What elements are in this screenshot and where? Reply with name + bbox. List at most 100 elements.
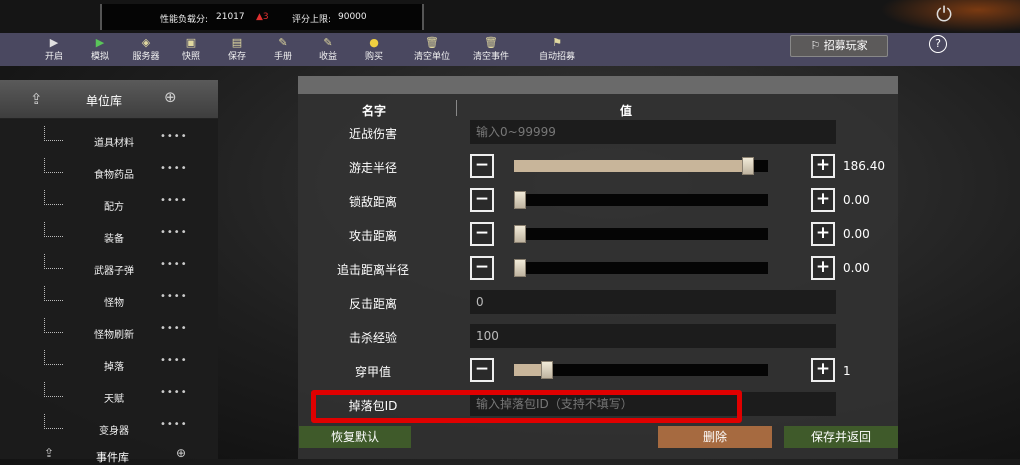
sidebar-item[interactable]: 天赋 ••••	[0, 378, 218, 410]
row-label-wander-radius: 游走半径	[348, 161, 397, 175]
performance-panel: 性能负载分: 21017 ▲3 评分上限: 90000	[100, 4, 424, 30]
help-icon[interactable]: ?	[929, 35, 947, 53]
wander-radius-slider[interactable]	[514, 157, 768, 175]
sidebar-item[interactable]: 装备 ••••	[0, 218, 218, 250]
delete-button[interactable]: 删除	[658, 426, 772, 448]
sidebar-item-label: 道具材料	[94, 138, 134, 149]
row-label-attack-distance: 攻击距离	[348, 229, 397, 243]
slider-fill	[514, 160, 748, 172]
column-divider	[456, 100, 457, 116]
top-bar: 性能负载分: 21017 ▲3 评分上限: 90000 ⏻	[0, 0, 1020, 33]
wander-radius-value: 186.40	[843, 159, 885, 173]
tree-connector	[44, 190, 63, 205]
row-label-lock-distance: 锁敌距离	[348, 195, 397, 209]
trash-icon: 🗑	[425, 36, 439, 49]
slider-thumb[interactable]	[741, 157, 754, 175]
sidebar-header-event-library[interactable]: ⇪ 事件库 ⊕	[0, 446, 218, 464]
power-icon[interactable]: ⏻	[930, 2, 958, 30]
slider-thumb[interactable]	[514, 191, 526, 209]
lock-distance-slider[interactable]	[514, 191, 768, 209]
sidebar-item[interactable]: 食物药品 ••••	[0, 154, 218, 186]
wander-radius-minus-button[interactable]: −	[470, 154, 494, 178]
sidebar-item-label: 武器子弹	[94, 266, 134, 277]
sidebar: ⇪ 单位库 ⊕ 道具材料 •••• 食物药品 •••• 配方 •••• 装备 •••• …	[0, 80, 218, 464]
sidebar-item[interactable]: 怪物 ••••	[0, 282, 218, 314]
slider-thumb[interactable]	[514, 225, 526, 243]
score-limit-label: 评分上限:	[292, 15, 332, 25]
save-and-return-button[interactable]: 保存并返回	[784, 426, 898, 448]
recruit-label: 招募玩家	[823, 39, 868, 52]
slider-thumb[interactable]	[514, 259, 526, 277]
buy-icon: ●	[369, 36, 379, 49]
armor-pierce-slider[interactable]	[514, 361, 768, 379]
sidebar-item-label: 装备	[104, 234, 124, 245]
sidebar-item[interactable]: 道具材料 ••••	[0, 122, 218, 154]
armor-pierce-plus-button[interactable]: +	[811, 358, 835, 382]
sidebar-item-label: 天赋	[104, 394, 124, 405]
trash-icon: 🗑	[484, 36, 498, 49]
wander-radius-plus-button[interactable]: +	[811, 154, 835, 178]
counter-distance-input[interactable]: 0	[470, 290, 836, 314]
recruit-players-button[interactable]: ⚐ 招募玩家	[790, 35, 888, 57]
toolbar-label: 清空事件	[472, 52, 509, 62]
column-name-header: 名字	[362, 104, 387, 118]
chase-radius-plus-button[interactable]: +	[811, 256, 835, 280]
attack-distance-slider[interactable]	[514, 225, 768, 243]
import-icon[interactable]: ⇪	[30, 90, 43, 108]
tree-connector	[44, 222, 63, 237]
sidebar-item[interactable]: 配方 ••••	[0, 186, 218, 218]
attack-distance-minus-button[interactable]: −	[470, 222, 494, 246]
add-folder-icon[interactable]: ⊕	[176, 446, 186, 460]
drag-dots-icon: ••••	[160, 163, 188, 174]
sidebar-item-label: 掉落	[104, 362, 124, 373]
drag-dots-icon: ••••	[160, 323, 188, 334]
row-label-armor-pierce: 穿甲值	[354, 365, 391, 379]
sidebar-footer-title: 事件库	[96, 451, 129, 464]
sidebar-header-unit-library[interactable]: ⇪ 单位库 ⊕	[0, 80, 218, 119]
row-label-melee-damage: 近战伤害	[348, 127, 397, 141]
panel-top-bar	[298, 76, 898, 94]
toolbar-clear-units-button[interactable]: 🗑 清空单位	[402, 35, 462, 63]
sidebar-item[interactable]: 怪物刷新 ••••	[0, 314, 218, 346]
reset-default-button[interactable]: 恢复默认	[299, 426, 411, 448]
tree-connector	[44, 126, 63, 141]
sidebar-item[interactable]: 变身器 ••••	[0, 410, 218, 442]
armor-pierce-minus-button[interactable]: −	[470, 358, 494, 382]
highlight-box	[311, 390, 742, 423]
row-label-chase-radius: 追击距离半径	[336, 263, 409, 277]
add-folder-icon[interactable]: ⊕	[164, 88, 177, 106]
attack-distance-value: 0.00	[843, 227, 870, 241]
drag-dots-icon: ••••	[160, 227, 188, 238]
chase-radius-value: 0.00	[843, 261, 870, 275]
drag-dots-icon: ••••	[160, 195, 188, 206]
flag-icon: ⚑	[552, 36, 562, 49]
toolbar: ▶ 开启 ▶ 模拟 ◈ 服务器 ▣ 快照 ▤ 保存 ✎ 手册 ✎ 收益 ● 购买…	[0, 33, 1020, 66]
attack-distance-plus-button[interactable]: +	[811, 222, 835, 246]
kill-exp-input[interactable]: 100	[470, 324, 836, 348]
drag-dots-icon: ••••	[160, 419, 188, 430]
drag-dots-icon: ••••	[160, 291, 188, 302]
import-icon[interactable]: ⇪	[44, 446, 54, 460]
lock-distance-value: 0.00	[843, 193, 870, 207]
armor-pierce-value: 1	[843, 364, 851, 378]
toolbar-clear-events-button[interactable]: 🗑 清空事件	[461, 35, 521, 63]
perf-value: 21017	[216, 12, 245, 22]
drag-dots-icon: ••••	[160, 259, 188, 270]
sidebar-item-label: 食物药品	[94, 170, 134, 181]
sidebar-item[interactable]: 掉落 ••••	[0, 346, 218, 378]
toolbar-auto-recruit-button[interactable]: ⚑ 自动招募	[527, 35, 587, 63]
tree-connector	[44, 414, 63, 429]
toolbar-label: 自动招募	[538, 52, 575, 62]
chase-radius-minus-button[interactable]: −	[470, 256, 494, 280]
slider-thumb[interactable]	[541, 361, 554, 379]
sidebar-item[interactable]: 武器子弹 ••••	[0, 250, 218, 282]
chase-radius-slider[interactable]	[514, 259, 768, 277]
sidebar-item-label: 配方	[104, 202, 124, 213]
melee-damage-input[interactable]: 输入0~99999	[470, 120, 836, 144]
toolbar-buy-button[interactable]: ● 购买	[344, 35, 404, 63]
lock-distance-plus-button[interactable]: +	[811, 188, 835, 212]
sidebar-item-label: 变身器	[99, 426, 129, 437]
drag-dots-icon: ••••	[160, 131, 188, 142]
lock-distance-minus-button[interactable]: −	[470, 188, 494, 212]
perf-delta: ▲3	[256, 12, 269, 22]
